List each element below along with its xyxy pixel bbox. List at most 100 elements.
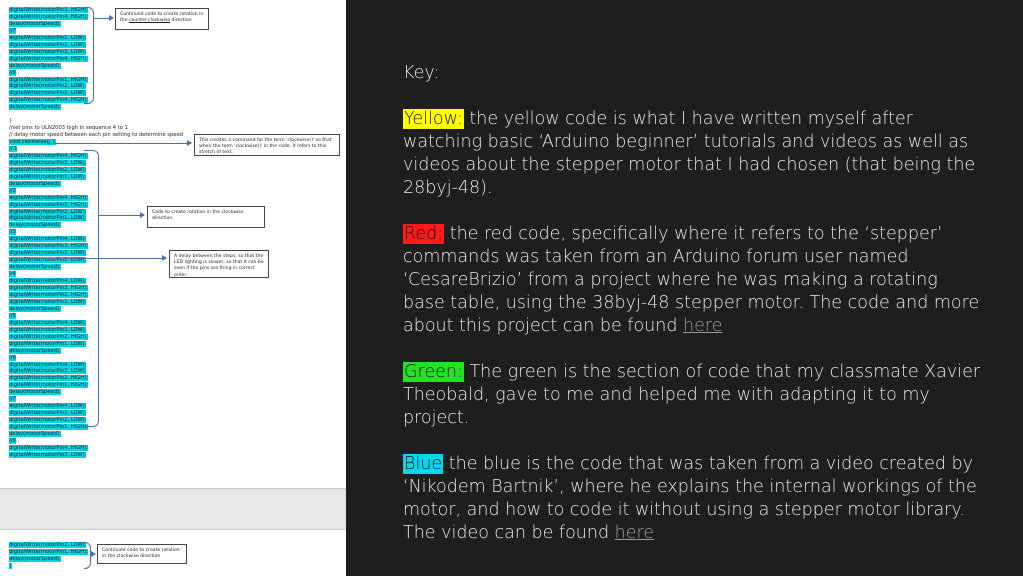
page-break: [0, 488, 346, 530]
code-block-clockwise-continued: digitalWrite(motorPin2, LOW); digitalWrit…: [9, 542, 88, 570]
code-line: }: [9, 562, 13, 569]
arrow-note2: [48, 140, 192, 146]
note-clockwise-definition: This creates a command for the term 'clo…: [194, 134, 340, 156]
code-line: digitalWrite(motorPin3, HIGH);: [9, 285, 88, 292]
code-line: digitalWrite(motorPin3, HIGH);: [9, 7, 88, 13]
code-line: //8: [9, 69, 16, 76]
code-line: //5: [9, 312, 16, 319]
code-line: digitalWrite(motorPin1, HIGH);: [9, 548, 88, 555]
code-line: digitalWrite(motorPin1, LOW);: [9, 215, 87, 222]
code-line: digitalWrite(motorPin1, HIGH);: [9, 382, 88, 389]
code-line: delay(motorSpeed);: [9, 180, 61, 187]
code-line: digitalWrite(motorPin2, LOW);: [9, 250, 87, 257]
code-line: delay(motorSpeed);: [9, 305, 61, 312]
code-line: digitalWrite(motorPin2, HIGH);: [9, 291, 88, 298]
brace-block1: [84, 7, 94, 104]
code-line: digitalWrite(motorPin3, HIGH);: [9, 201, 88, 208]
code-line: digitalWrite(motorPin2, LOW);: [9, 83, 87, 90]
key-green: Green: The green is the section of code …: [403, 362, 981, 428]
code-line: digitalWrite(motorPin1, LOW);: [9, 340, 87, 347]
code-line: //3: [9, 229, 16, 236]
code-line: digitalWrite(motorPin3, HIGH);: [9, 243, 88, 250]
note-clockwise-continued: Continued code to create rotation in the…: [97, 544, 187, 564]
code-line: digitalWrite(motorPin4, LOW);: [9, 319, 87, 326]
code-line: //8: [9, 437, 16, 444]
key-red: Red: the red code, specifically where it…: [403, 224, 980, 336]
code-line: // delay motor speed between each pin se…: [9, 131, 183, 138]
note-counter-clockwise: Continued code to create rotation in the…: [115, 8, 209, 30]
key-panel: Key: Yellow: the yellow code is what I h…: [346, 0, 1023, 576]
key-heading: Key:: [403, 63, 440, 83]
code-line: digitalWrite(motorPin4, HIGH);: [9, 97, 88, 104]
code-line: //7: [9, 27, 16, 34]
code-line: delay(motorSpeed);: [9, 389, 61, 396]
note-delay: A delay between the steps, so that the L…: [169, 250, 269, 278]
code-line: //set pins to ULN2003 high in sequence 4…: [9, 125, 128, 131]
code-line: digitalWrite(motorPin2, LOW);: [9, 542, 87, 548]
code-line: digitalWrite(motorPin4, HIGH);: [9, 194, 88, 201]
code-line: digitalWrite(motorPin2, HIGH);: [9, 375, 88, 382]
code-line: digitalWrite(motorPin1, LOW);: [9, 34, 87, 41]
code-line: delay(motorSpeed);: [9, 264, 61, 271]
code-line: //4: [9, 271, 16, 278]
code-line: // 1: [9, 145, 18, 152]
code-line: digitalWrite(motorPin3, LOW);: [9, 159, 87, 166]
code-line: delay(motorSpeed);: [9, 104, 61, 111]
code-line: digitalWrite(motorPin2, LOW);: [9, 208, 87, 215]
code-line: delay(motorSpeed);: [9, 347, 61, 354]
brace-block3: [84, 542, 91, 569]
code-line: }: [9, 117, 13, 124]
note-clockwise-rotation: Code to create rotation in the clockwise…: [147, 206, 265, 228]
red-tag: Red:: [403, 224, 445, 244]
code-line: digitalWrite(motorPin2, LOW);: [9, 166, 87, 173]
code-line: digitalWrite(motorPin1, HIGH);: [9, 76, 88, 83]
code-line: delay(motorSpeed);: [9, 20, 61, 27]
code-line: digitalWrite(motorPin4, HIGH);: [9, 444, 88, 451]
code-line: delay(motorSpeed);: [9, 222, 61, 229]
code-line: digitalWrite(motorPin2, LOW);: [9, 417, 87, 424]
document-page-preview: digitalWrite(motorPin3, HIGH); digitalWri…: [0, 0, 346, 576]
code-line: digitalWrite(motorPin3, LOW);: [9, 90, 87, 97]
code-line: //7: [9, 396, 16, 403]
code-line: digitalWrite(motorPin3, LOW);: [9, 410, 87, 417]
red-source-link[interactable]: here: [683, 316, 722, 336]
code-line: digitalWrite(motorPin3, LOW);: [9, 368, 87, 375]
code-line: digitalWrite(motorPin4, LOW);: [9, 278, 87, 285]
code-line: delay(motorSpeed);: [9, 555, 61, 562]
code-line: digitalWrite(motorPin1, HIGH);: [9, 424, 88, 431]
key-yellow: Yellow: the yellow code is what I have w…: [403, 109, 976, 198]
yellow-tag: Yellow:: [403, 109, 464, 129]
arrow-note4: [48, 255, 167, 261]
code-line: delay(motorSpeed);: [9, 62, 61, 69]
code-line: digitalWrite(motorPin1, LOW);: [9, 298, 87, 305]
code-block-clockwise: void clockwise() { // 1 digitalWrite(moto…: [9, 139, 88, 459]
code-line: digitalWrite(motorPin3, LOW);: [9, 451, 87, 458]
code-line: digitalWrite(motorPin3, LOW);: [9, 48, 87, 55]
key-blue: Blue the blue is the code that was taken…: [403, 454, 977, 543]
arrow-note3: [98, 212, 145, 218]
code-line: digitalWrite(motorPin2, HIGH);: [9, 333, 88, 340]
arrow-note5: [90, 551, 96, 557]
underlined-term: counter-clockwise: [129, 18, 171, 24]
code-block-counter-clockwise: digitalWrite(motorPin3, HIGH); digitalWri…: [9, 7, 88, 111]
code-line: digitalWrite(motorPin2, LOW);: [9, 41, 87, 48]
code-comments: //set pins to ULN2003 high in sequence 4…: [9, 125, 183, 139]
code-line: digitalWrite(motorPin3, LOW);: [9, 326, 87, 333]
arrow-note1: [93, 15, 114, 21]
code-line: digitalWrite(motorPin1, LOW);: [9, 173, 87, 180]
blue-video-link[interactable]: here: [615, 523, 654, 543]
code-line: digitalWrite(motorPin4, LOW);: [9, 403, 87, 410]
key-legend: Key: Yellow: the yellow code is what I h…: [403, 62, 983, 568]
code-line: digitalWrite(motorPin4, HIGH);: [9, 13, 88, 20]
code-line: digitalWrite(motorPin4, LOW);: [9, 361, 87, 368]
code-line: //2: [9, 187, 16, 194]
code-line: delay(motorSpeed);: [9, 431, 61, 438]
code-line: //6: [9, 354, 16, 361]
code-line: digitalWrite(motorPin4, LOW);: [9, 236, 87, 243]
green-tag: Green:: [403, 362, 464, 382]
blue-tag: Blue: [403, 454, 444, 474]
brace-block2: [84, 150, 99, 427]
code-line: digitalWrite(motorPin4, HIGH);: [9, 55, 88, 62]
code-line: digitalWrite(motorPin4, HIGH);: [9, 152, 88, 159]
